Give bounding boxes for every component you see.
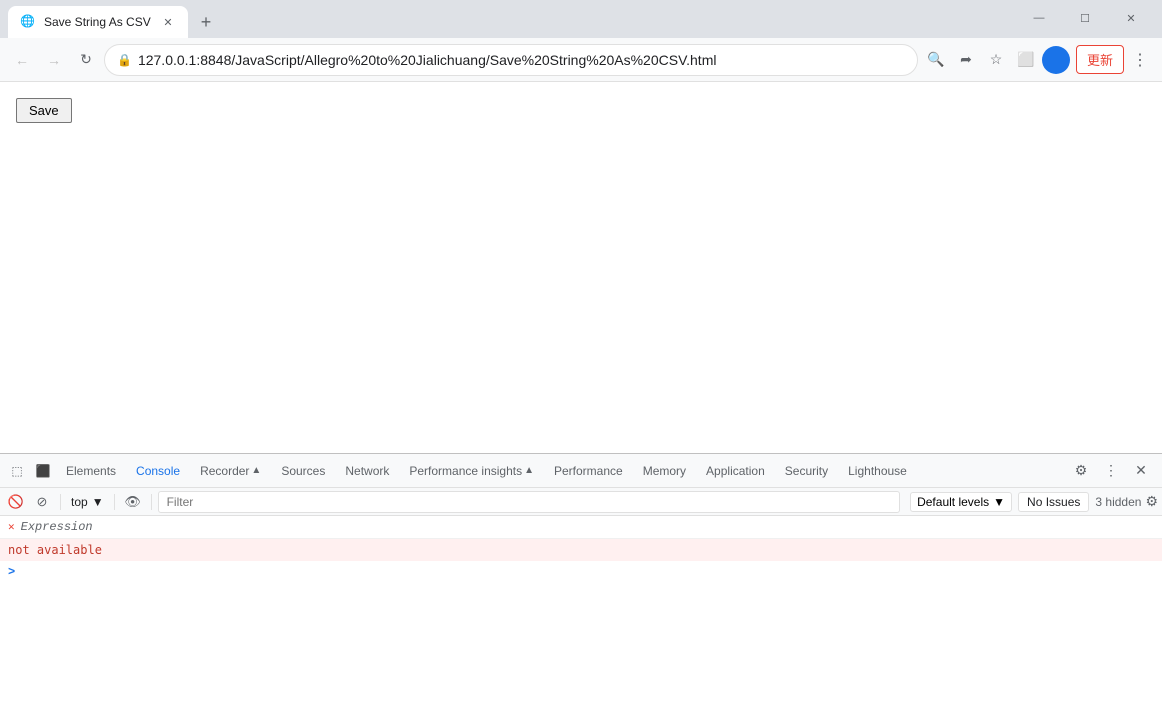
browser-toolbar: ← → ↻ 🔒 127.0.0.1:8848/JavaScript/Allegr… (0, 38, 1162, 82)
address-text: 127.0.0.1:8848/JavaScript/Allegro%20to%2… (138, 52, 905, 68)
toolbar-separator (60, 494, 61, 510)
console-prompt-row[interactable]: > (0, 561, 1162, 583)
tab-application[interactable]: Application (696, 455, 775, 489)
perf-insights-badge: ▲ (524, 465, 534, 476)
page-inner: Save (0, 82, 1162, 139)
context-dropdown-icon: ▼ (92, 495, 104, 509)
tab-lighthouse[interactable]: Lighthouse (838, 455, 917, 489)
toolbar-separator-3 (151, 494, 152, 510)
tab-console[interactable]: Console (126, 455, 190, 489)
no-issues-label: No Issues (1027, 495, 1080, 509)
toolbar-separator-2 (114, 494, 115, 510)
chrome-window: 🌐 Save String As CSV ✕ + — ☐ ✕ ← → ↻ 🔒 1… (0, 0, 1162, 713)
devtools-action-buttons: ⚙ ⋮ ✕ (1064, 458, 1158, 484)
levels-label: Default levels (917, 495, 989, 509)
hidden-settings-icon[interactable]: ⚙ (1145, 493, 1158, 510)
devtools-close-button[interactable]: ✕ (1128, 458, 1154, 484)
forward-button[interactable]: → (40, 46, 68, 74)
zoom-button[interactable]: 🔍 (922, 46, 950, 74)
eye-button[interactable]: 👁 (121, 490, 145, 514)
devtools-console-toolbar: 🚫 ⊘ top ▼ 👁 Default levels ▼ No Issues 3… (0, 488, 1162, 516)
tab-title: Save String As CSV (44, 15, 152, 29)
tab-sources[interactable]: Sources (271, 455, 335, 489)
split-view-button[interactable]: ⬜ (1012, 46, 1040, 74)
filter-toggle-button[interactable]: ⊘ (30, 490, 54, 514)
share-button[interactable]: ➦ (952, 46, 980, 74)
console-prompt-icon: > (8, 565, 15, 579)
back-button[interactable]: ← (8, 46, 36, 74)
hidden-count-label: 3 hidden ⚙ (1095, 493, 1158, 510)
recorder-badge: ▲ (251, 465, 261, 476)
console-error-row: not available (0, 539, 1162, 561)
context-label: top (71, 495, 88, 509)
lock-icon: 🔒 (117, 53, 132, 67)
console-error-text: not available (8, 543, 102, 557)
save-button[interactable]: Save (16, 98, 72, 123)
devtools-more-button[interactable]: ⋮ (1098, 458, 1124, 484)
devtools-dock-button[interactable]: ⬚ (4, 458, 30, 484)
tab-elements[interactable]: Elements (56, 455, 126, 489)
console-filter-input[interactable] (158, 491, 901, 513)
clear-console-button[interactable]: 🚫 (4, 490, 28, 514)
console-expression-row: ✕ Expression (0, 516, 1162, 539)
no-issues-button[interactable]: No Issues (1018, 492, 1089, 512)
levels-dropdown-icon: ▼ (993, 495, 1005, 509)
tab-close-button[interactable]: ✕ (160, 14, 176, 30)
devtools-settings-button[interactable]: ⚙ (1068, 458, 1094, 484)
tab-bar: 🌐 Save String As CSV ✕ + — ☐ ✕ (0, 0, 1162, 38)
toolbar-actions: 🔍 ➦ ☆ ⬜ 更新 ⋮ (922, 45, 1154, 74)
expression-error-icon: ✕ (8, 520, 15, 534)
context-selector[interactable]: top ▼ (67, 493, 108, 511)
more-options-button[interactable]: ⋮ (1126, 46, 1154, 74)
new-tab-button[interactable]: + (192, 8, 220, 36)
close-button[interactable]: ✕ (1108, 2, 1154, 34)
tab-memory[interactable]: Memory (633, 455, 696, 489)
browser-tab-active[interactable]: 🌐 Save String As CSV ✕ (8, 6, 188, 38)
log-levels-selector[interactable]: Default levels ▼ (910, 492, 1012, 512)
address-bar[interactable]: 🔒 127.0.0.1:8848/JavaScript/Allegro%20to… (104, 44, 918, 76)
reload-button[interactable]: ↻ (72, 46, 100, 74)
console-output: ✕ Expression not available > (0, 516, 1162, 713)
page-content: Save (0, 82, 1162, 453)
bookmark-button[interactable]: ☆ (982, 46, 1010, 74)
tab-network[interactable]: Network (335, 455, 399, 489)
profile-button[interactable] (1042, 46, 1070, 74)
devtools-tab-bar: ⬚ ⬛ Elements Console Recorder ▲ Sources … (0, 454, 1162, 488)
window-controls: — ☐ ✕ (1016, 2, 1154, 34)
tab-performance-insights[interactable]: Performance insights ▲ (399, 455, 544, 489)
expression-label: Expression (21, 520, 93, 534)
minimize-button[interactable]: — (1016, 2, 1062, 34)
devtools-panel: ⬚ ⬛ Elements Console Recorder ▲ Sources … (0, 453, 1162, 713)
tab-security[interactable]: Security (775, 455, 838, 489)
tab-recorder[interactable]: Recorder ▲ (190, 455, 271, 489)
tab-performance[interactable]: Performance (544, 455, 633, 489)
tab-favicon: 🌐 (20, 14, 36, 30)
update-button[interactable]: 更新 (1076, 45, 1124, 74)
devtools-split-button[interactable]: ⬛ (30, 458, 56, 484)
maximize-button[interactable]: ☐ (1062, 2, 1108, 34)
